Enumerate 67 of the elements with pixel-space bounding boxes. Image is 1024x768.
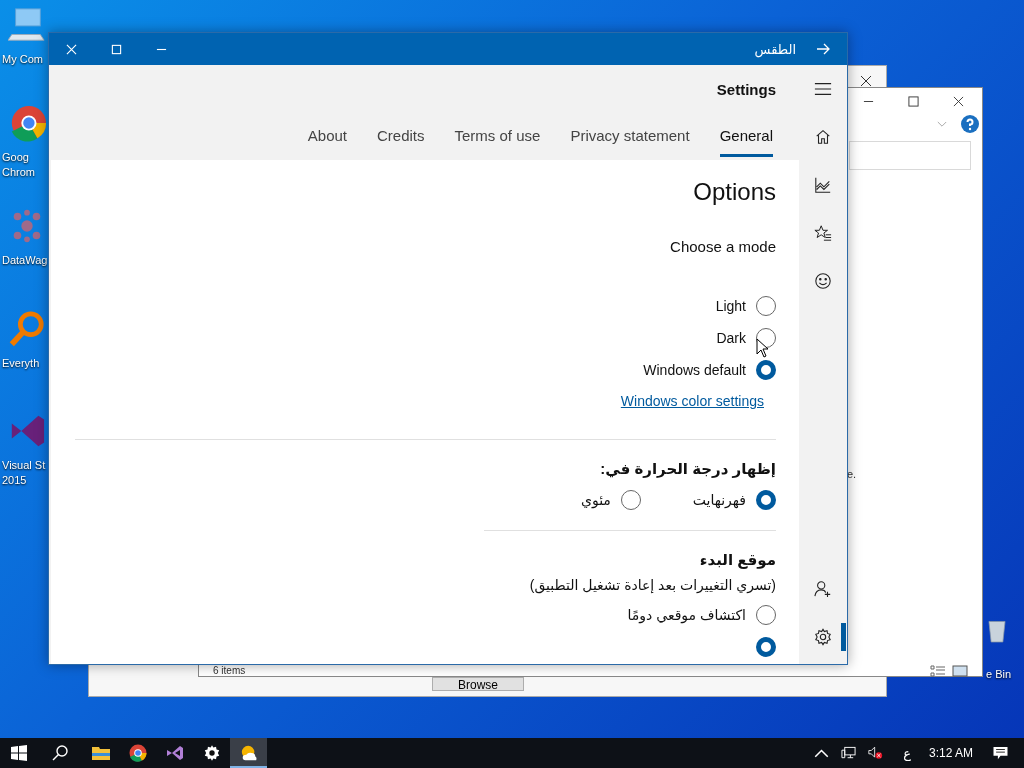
clock[interactable]: 3:12 AM	[928, 746, 973, 760]
radio-label: Light	[715, 298, 746, 314]
search-icon[interactable]	[52, 745, 68, 761]
tab[interactable]: Privacy statement	[540, 113, 690, 160]
close-icon[interactable]	[953, 96, 964, 107]
help-icon[interactable]	[961, 115, 979, 133]
radio-button[interactable]	[620, 490, 641, 510]
details-view-icon[interactable]	[930, 664, 946, 677]
radio-button[interactable]	[756, 605, 776, 625]
home-icon	[814, 128, 832, 146]
radio-button[interactable]	[756, 490, 776, 510]
chart-icon	[814, 176, 832, 194]
tab[interactable]: General	[719, 113, 773, 160]
active-taskbar-button[interactable]	[230, 738, 267, 768]
computer-icon[interactable]	[8, 6, 46, 44]
language-indicator[interactable]: ع	[903, 745, 911, 761]
chevron-up-icon[interactable]	[814, 746, 830, 760]
settings-icon	[814, 628, 832, 646]
smiley-icon	[814, 272, 832, 290]
star-list-icon	[814, 224, 832, 242]
radio-label: مئوي	[580, 492, 611, 508]
add-person-icon	[814, 580, 832, 598]
browse-button[interactable]: Browse	[432, 677, 524, 691]
back-arrow-icon[interactable]	[816, 43, 830, 55]
radio-label: فهرنهايت	[692, 492, 746, 508]
desktop-icon-label: e Bin	[986, 668, 1012, 680]
sun-cloud-icon	[239, 744, 258, 762]
windows-logo-icon[interactable]	[11, 745, 27, 761]
settings-icon	[202, 744, 221, 762]
folder-icon	[91, 744, 110, 762]
radio-label: Windows default	[643, 362, 746, 378]
muted-speaker-icon[interactable]	[868, 746, 884, 760]
note-text: (تسري التغييرات بعد إعادة تشغيل التطبيق)	[529, 577, 776, 593]
menu-icon	[814, 80, 832, 98]
radio-button[interactable]	[756, 637, 776, 657]
desktop-icon-label: Visual St	[2, 458, 46, 473]
radio-label: Dark	[716, 330, 746, 346]
radio-label: اكتشاف موقعي دومًا	[627, 607, 746, 623]
tab[interactable]: Credits	[347, 113, 425, 160]
search-field[interactable]	[849, 141, 971, 170]
large-icons-view-icon[interactable]	[952, 664, 968, 677]
radio-button[interactable]	[756, 360, 776, 380]
section-heading: إظهار درجة الحرارة في:	[600, 460, 776, 478]
tab[interactable]: Terms of use	[424, 113, 541, 160]
desktop-icon-label: DataWag	[2, 253, 48, 268]
infinity-logo-icon	[165, 744, 184, 762]
field-label: Choose a mode	[670, 238, 776, 255]
chrome-icon	[128, 744, 147, 762]
desktop-icon-label: Chrom	[2, 165, 35, 180]
notification-icon[interactable]	[993, 746, 1008, 760]
desktop-icon-label: 2015	[2, 473, 27, 488]
desktop-icon-label: Everyth	[2, 356, 40, 371]
section-heading: Options	[693, 178, 776, 206]
tab[interactable]: About	[277, 113, 347, 160]
settings-link[interactable]: Windows color settings	[620, 393, 764, 409]
mouse-cursor-icon	[756, 338, 768, 358]
maximize-icon[interactable]	[908, 96, 919, 107]
desktop-icon-label: Goog	[2, 150, 29, 165]
network-icon[interactable]	[841, 746, 857, 760]
close-icon[interactable]	[860, 75, 872, 87]
radio-button[interactable]	[756, 296, 776, 316]
section-heading: موقع البدء	[699, 551, 776, 569]
desktop-icon-label: My Com	[2, 52, 43, 67]
window-title: الطقس	[754, 41, 796, 57]
page-heading: Settings	[716, 80, 776, 98]
text-fragment: e.	[847, 468, 857, 480]
status-text: 6 items	[213, 665, 246, 676]
